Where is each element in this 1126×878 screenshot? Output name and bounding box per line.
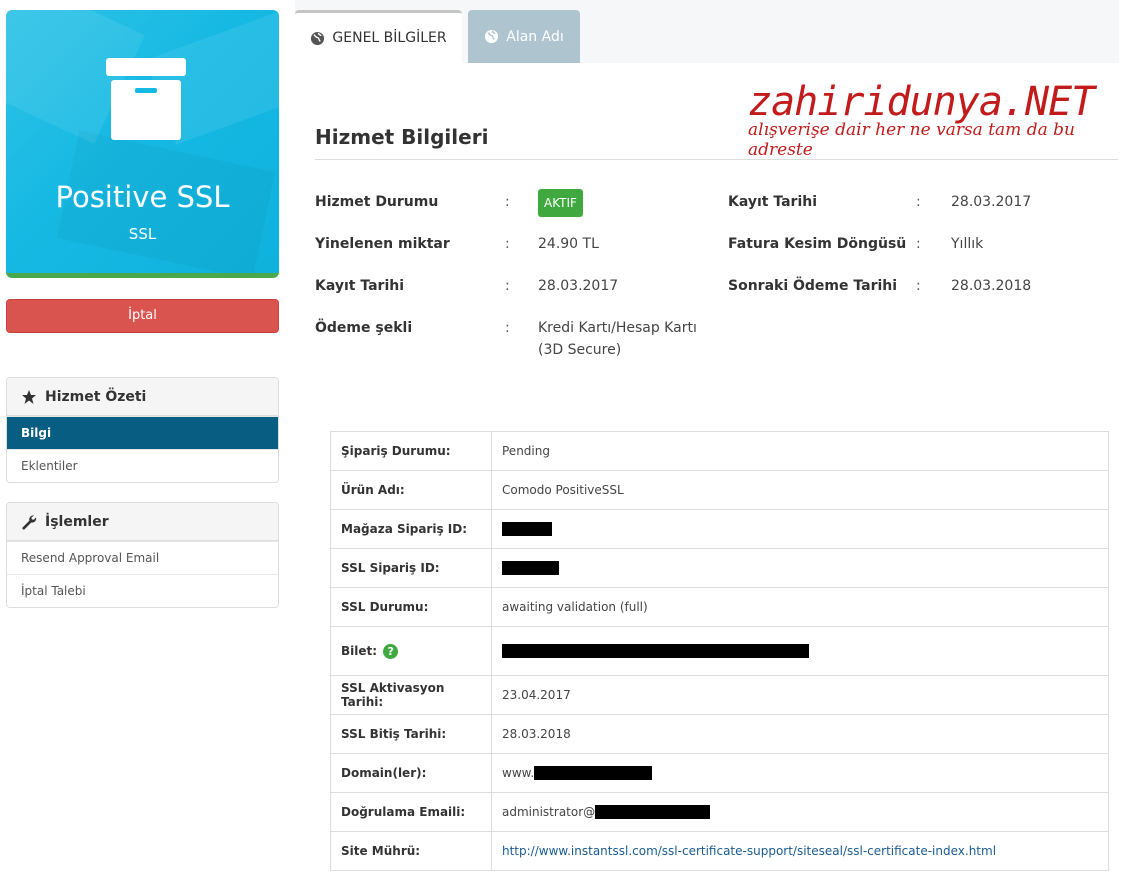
service-summary-panel: Hizmet Özeti Bilgi Eklentiler bbox=[6, 377, 279, 483]
panel-title: İşlemler bbox=[45, 513, 109, 530]
wrench-icon bbox=[22, 514, 37, 529]
globe-icon bbox=[311, 31, 325, 45]
info-label-next-due: Sonraki Ödeme Tarihi bbox=[728, 278, 898, 294]
table-key: Bilet: ? bbox=[330, 626, 492, 676]
info-label-reg-date-right: Kayıt Tarihi bbox=[728, 194, 818, 210]
redaction-bar bbox=[502, 522, 552, 537]
table-key: Domain(ler): bbox=[330, 753, 492, 793]
table-row: SSL Bitiş Tarihi: 28.03.2018 bbox=[330, 714, 1109, 754]
divider bbox=[315, 159, 1118, 160]
tab-label: Alan Adı bbox=[506, 28, 564, 45]
info-separator: : bbox=[505, 278, 510, 294]
table-value: 28.03.2018 bbox=[491, 714, 1109, 754]
table-row: Ürün Adı: Comodo PositiveSSL bbox=[330, 470, 1109, 510]
table-row: Bilet: ? bbox=[330, 626, 1109, 676]
sidebar-item-addons[interactable]: Eklentiler bbox=[7, 449, 278, 482]
table-key: SSL Bitiş Tarihi: bbox=[330, 714, 492, 754]
info-value-reg-date: 28.03.2017 bbox=[538, 278, 619, 294]
redaction-bar bbox=[534, 766, 653, 781]
table-row: SSL Sipariş ID: bbox=[330, 548, 1109, 588]
table-value: http://www.instantssl.com/ssl-certificat… bbox=[491, 831, 1109, 871]
domain-prefix: www. bbox=[502, 765, 535, 780]
table-value bbox=[491, 509, 1109, 549]
table-row: Domain(ler): www. bbox=[330, 753, 1109, 793]
info-label-billing-cycle: Fatura Kesim Döngüsü bbox=[728, 236, 907, 252]
info-value-payment: Kredi Kartı/Hesap Kartı bbox=[538, 320, 697, 336]
table-value bbox=[491, 548, 1109, 588]
panel-heading: Hizmet Özeti bbox=[7, 378, 278, 416]
status-badge: AKTIF bbox=[538, 189, 583, 217]
info-separator: : bbox=[505, 194, 510, 210]
section-title: Hizmet Bilgileri bbox=[315, 125, 489, 149]
operations-panel: İşlemler Resend Approval Email İptal Tal… bbox=[6, 502, 279, 608]
table-value: awaiting validation (full) bbox=[491, 587, 1109, 627]
panel-title: Hizmet Özeti bbox=[45, 388, 147, 405]
table-value bbox=[491, 626, 1109, 676]
info-label-payment: Ödeme şekli bbox=[315, 320, 413, 336]
info-separator: : bbox=[505, 320, 510, 336]
sidebar-item-info[interactable]: Bilgi bbox=[7, 416, 278, 449]
table-row: Mağaza Sipariş ID: bbox=[330, 509, 1109, 549]
watermark-sub-text: alışverişe dair her ne varsa tam da bu a… bbox=[748, 120, 1075, 160]
tab-label: GENEL BİLGİLER bbox=[332, 30, 447, 46]
watermark-main-text: zahiridunya.NET bbox=[748, 79, 1095, 125]
globe-icon bbox=[485, 29, 499, 44]
table-key: SSL Sipariş ID: bbox=[330, 548, 492, 588]
info-label-status: Hizmet Durumu bbox=[315, 194, 439, 210]
tab-general-info[interactable]: GENEL BİLGİLER bbox=[295, 10, 462, 63]
table-row: SSL Durumu: awaiting validation (full) bbox=[330, 587, 1109, 627]
info-value-reg-date-right: 28.03.2017 bbox=[951, 194, 1032, 210]
redaction-bar bbox=[502, 644, 809, 659]
panel-heading: İşlemler bbox=[7, 503, 278, 541]
table-value: 23.04.2017 bbox=[491, 675, 1109, 715]
tab-domain-name[interactable]: Alan Adı bbox=[468, 10, 580, 63]
table-key: SSL Durumu: bbox=[330, 587, 492, 627]
table-key: Doğrulama Emaili: bbox=[330, 792, 492, 832]
star-icon bbox=[22, 389, 36, 404]
ssl-details-table: Şipariş Durumu: Pending Ürün Adı: Comodo… bbox=[330, 431, 1109, 871]
table-key: SSL Aktivasyon Tarihi: bbox=[330, 675, 492, 715]
info-value-billing-cycle: Yıllık bbox=[951, 236, 984, 252]
info-separator: : bbox=[916, 278, 921, 294]
cancel-button[interactable]: İptal bbox=[6, 299, 279, 333]
product-title: Positive SSL bbox=[55, 180, 230, 214]
info-value-recurring: 24.90 TL bbox=[538, 236, 599, 252]
table-value: www. bbox=[491, 753, 1109, 793]
redaction-bar bbox=[502, 561, 559, 576]
watermark-logo: zahiridunya.NET alışverişe dair her ne v… bbox=[748, 79, 1108, 160]
product-card: Positive SSL SSL bbox=[6, 10, 279, 278]
table-key: Ürün Adı: bbox=[330, 470, 492, 510]
redaction-bar bbox=[595, 805, 711, 820]
info-separator: : bbox=[916, 194, 921, 210]
table-row: Şipariş Durumu: Pending bbox=[330, 431, 1109, 471]
site-seal-link[interactable]: http://www.instantssl.com/ssl-certificat… bbox=[502, 844, 996, 858]
info-label-reg-date: Kayıt Tarihi bbox=[315, 278, 405, 294]
table-row: Doğrulama Emaili: administrator@ bbox=[330, 792, 1109, 832]
table-key: Şipariş Durumu: bbox=[330, 431, 492, 471]
info-value-next-due: 28.03.2018 bbox=[951, 278, 1032, 294]
table-key: Site Mührü: bbox=[330, 831, 492, 871]
product-subtitle: SSL bbox=[128, 225, 157, 243]
table-row: Site Mührü: http://www.instantssl.com/ss… bbox=[330, 831, 1109, 871]
info-separator: : bbox=[505, 236, 510, 252]
info-value-payment-line2: (3D Secure) bbox=[538, 342, 622, 358]
table-key-text: Bilet: bbox=[341, 643, 378, 658]
table-key: Mağaza Sipariş ID: bbox=[330, 509, 492, 549]
question-circle-icon[interactable]: ? bbox=[383, 643, 399, 659]
info-label-recurring: Yinelenen miktar bbox=[315, 236, 450, 252]
sidebar-item-cancel-request[interactable]: İptal Talebi bbox=[7, 574, 278, 607]
email-prefix: administrator@ bbox=[502, 804, 596, 819]
table-value: Pending bbox=[491, 431, 1109, 471]
sidebar-item-resend-approval[interactable]: Resend Approval Email bbox=[7, 541, 278, 574]
table-row: SSL Aktivasyon Tarihi: 23.04.2017 bbox=[330, 675, 1109, 715]
archive-box-icon bbox=[106, 58, 186, 140]
info-separator: : bbox=[916, 236, 921, 252]
table-value: Comodo PositiveSSL bbox=[491, 470, 1109, 510]
table-value: administrator@ bbox=[491, 792, 1109, 832]
